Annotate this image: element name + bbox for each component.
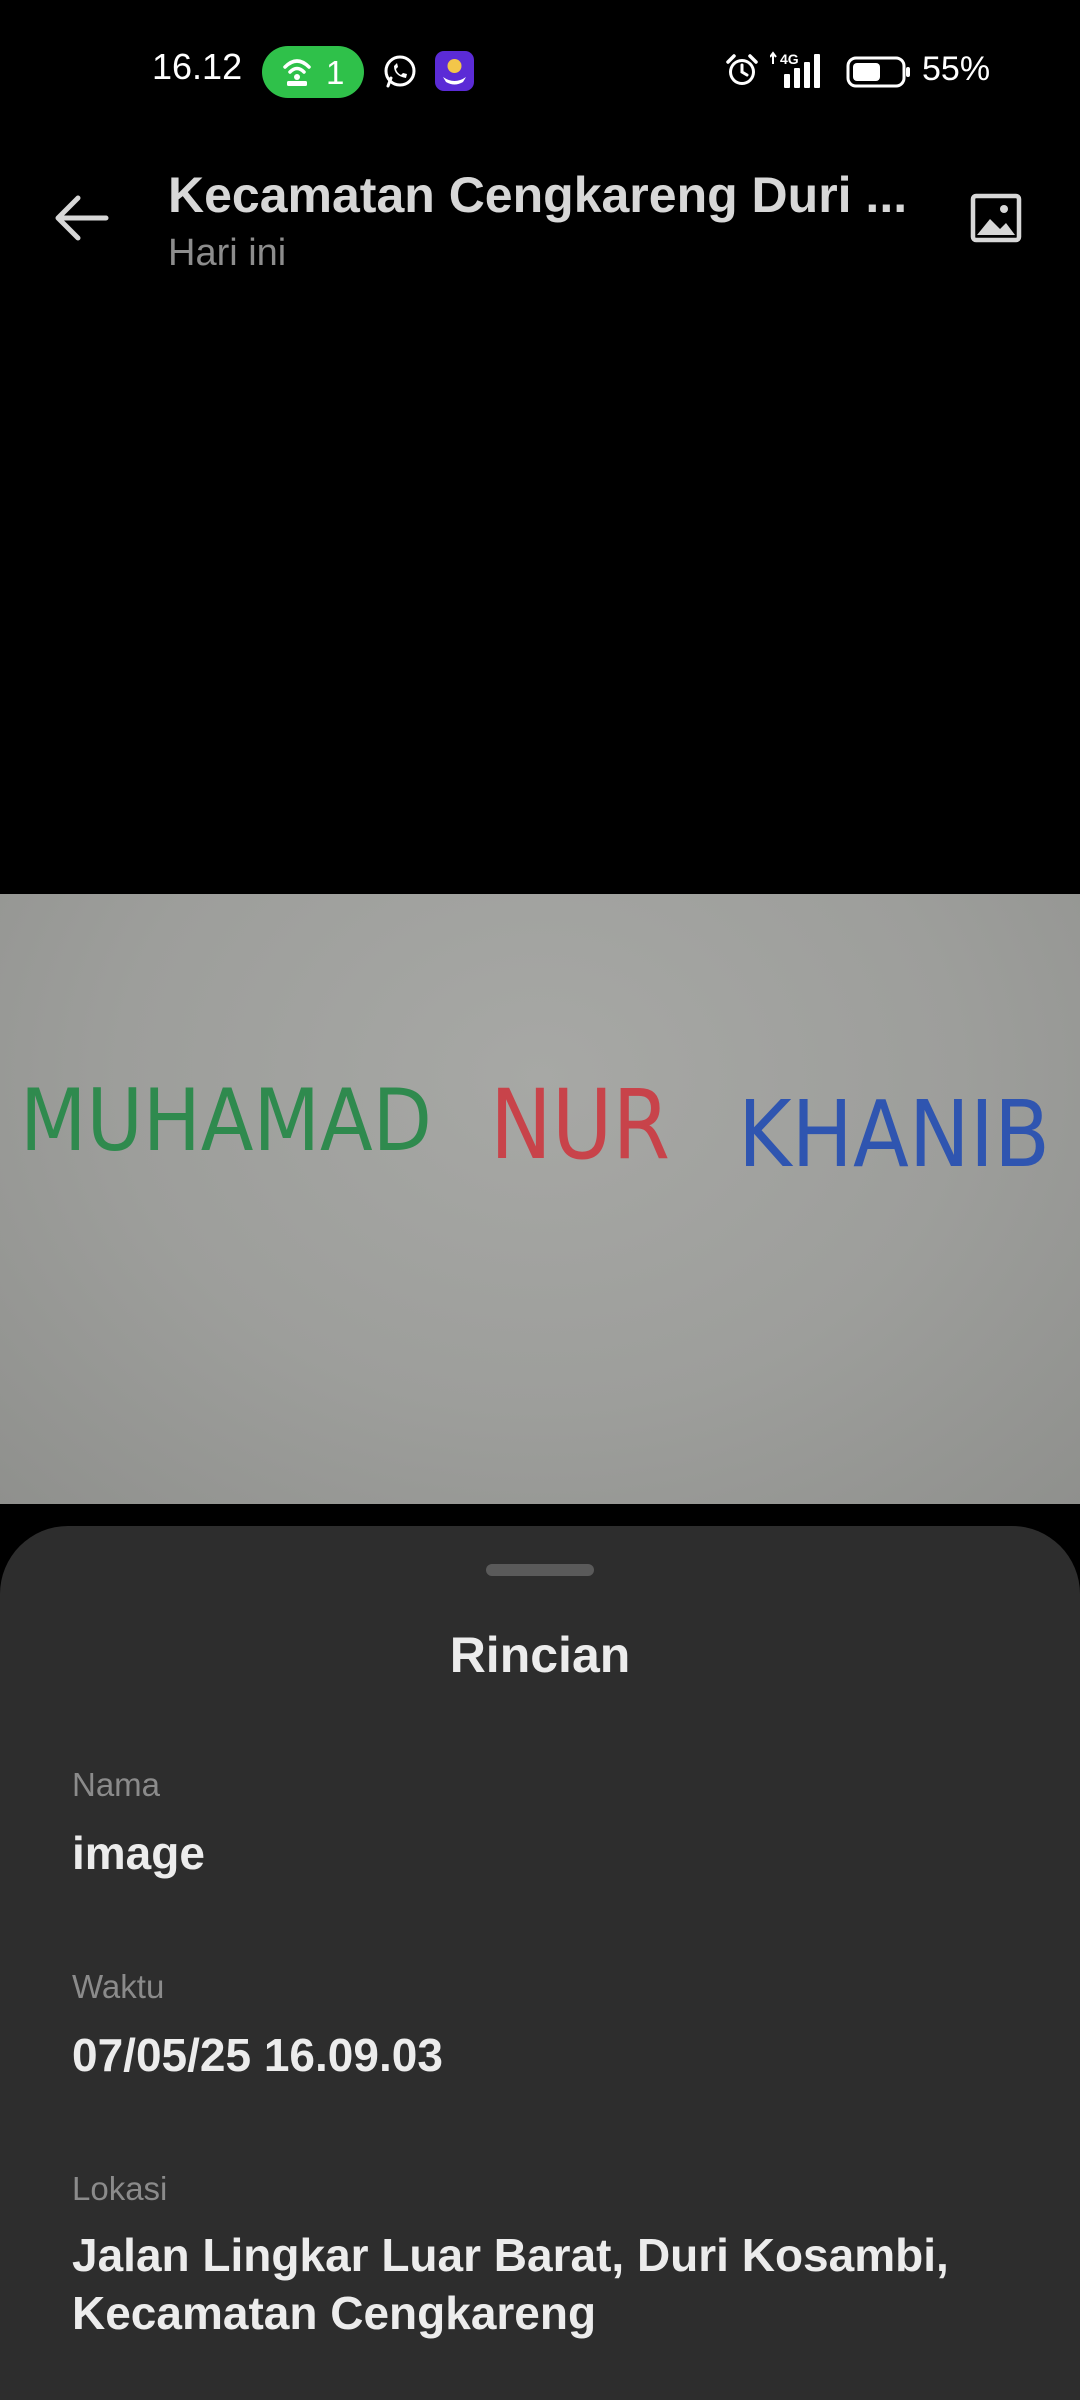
sheet-title: Rincian xyxy=(449,1627,631,1683)
gallery-icon[interactable] xyxy=(970,193,1022,243)
battery-percentage: 55% xyxy=(922,50,991,88)
whatsapp-icon xyxy=(384,55,416,88)
details-sheet: Rincian Nama image Waktu 07/05/25 16.09.… xyxy=(0,1526,1080,2400)
page-title: Kecamatan Cengkareng Duri ... xyxy=(168,167,908,223)
status-bar: 16.12 1 4G 55% xyxy=(0,0,1080,140)
status-time: 16.12 xyxy=(152,46,243,87)
hotspot-indicator[interactable]: 1 xyxy=(262,46,364,98)
sheet-drag-handle[interactable] xyxy=(486,1564,594,1576)
location-value: Jalan Lingkar Luar Barat, Duri Kosambi, … xyxy=(72,2229,949,2339)
alarm-icon xyxy=(726,54,758,85)
photo-preview[interactable]: MUHAMAD NUR KHANIB xyxy=(0,894,1080,1504)
photo-word-3: KHANIB xyxy=(738,1081,1050,1188)
location-label: Lokasi xyxy=(72,2170,168,2207)
battery-icon xyxy=(846,56,910,88)
name-value: image xyxy=(72,1827,205,1879)
hotspot-icon xyxy=(283,59,311,86)
hotspot-count: 1 xyxy=(326,54,345,91)
photo-details-screen: 16.12 1 4G 55% Kecamatan Cengkareng Duri… xyxy=(0,0,1080,2400)
back-arrow-icon[interactable] xyxy=(52,190,112,246)
signal-icon: 4G xyxy=(769,50,832,95)
time-value: 07/05/25 16.09.03 xyxy=(72,2029,443,2081)
app-icon xyxy=(435,51,474,91)
photo-word-2: NUR xyxy=(490,1069,670,1181)
name-label: Nama xyxy=(72,1766,161,1803)
photo-word-1: MUHAMAD xyxy=(20,1071,432,1171)
network-type-label: 4G xyxy=(780,51,799,67)
time-label: Waktu xyxy=(72,1968,165,2005)
page-subtitle: Hari ini xyxy=(168,232,287,274)
